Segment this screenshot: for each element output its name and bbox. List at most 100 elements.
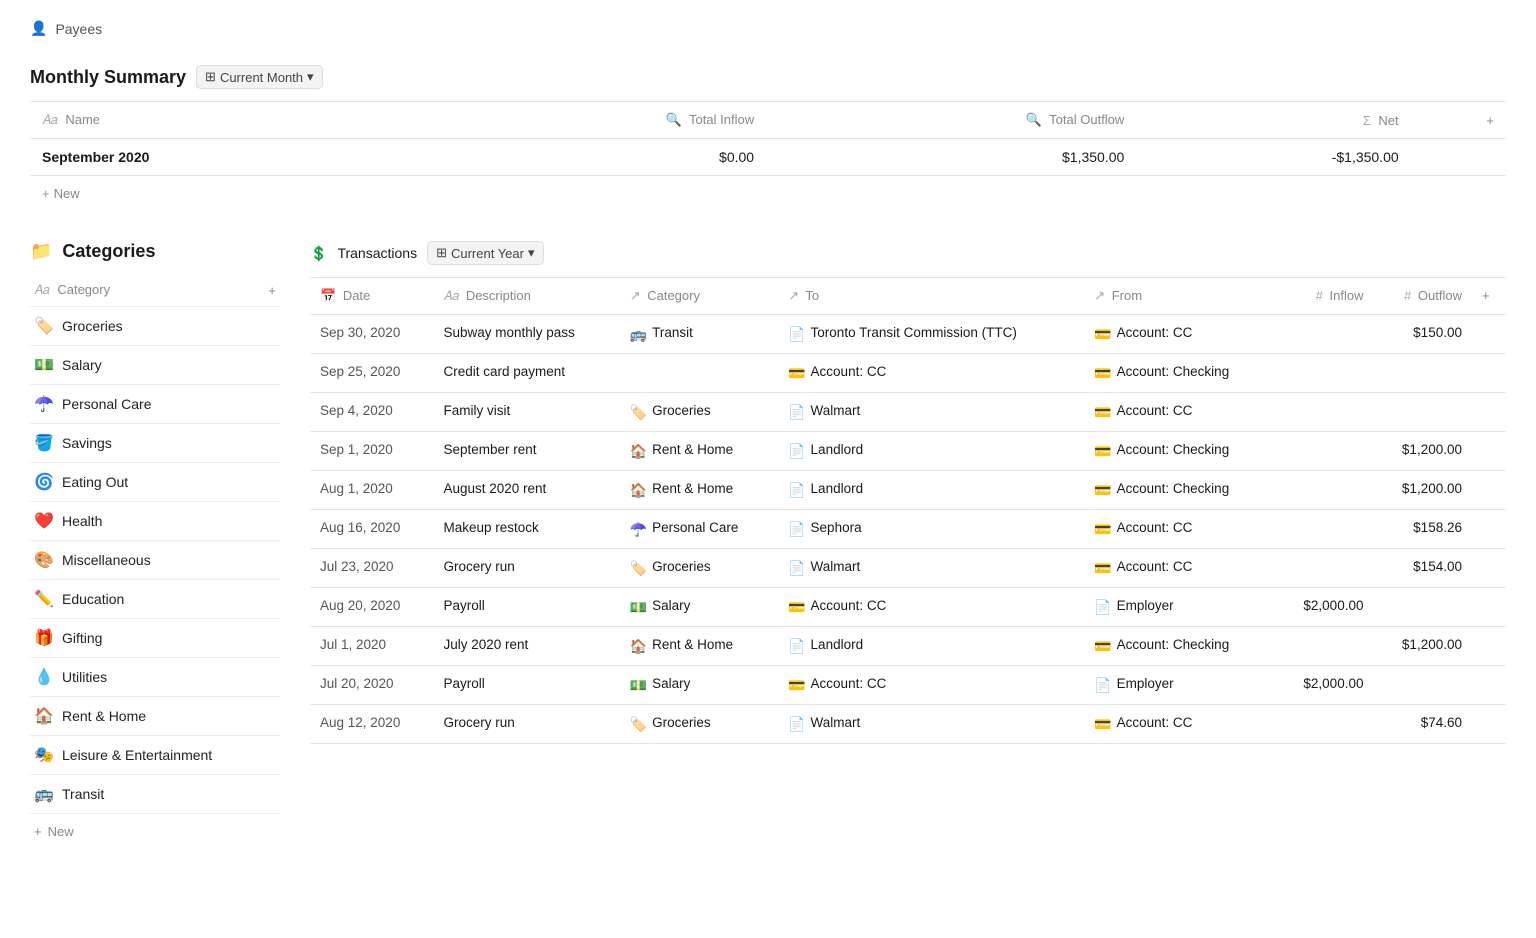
transactions-filter-badge[interactable]: ⊞ Current Year ▾: [427, 241, 543, 265]
category-list-item[interactable]: ✏️ Education: [30, 580, 280, 619]
transaction-row[interactable]: Jul 20, 2020 Payroll 💵Salary 💳Account: C…: [310, 666, 1506, 705]
table-icon: ⊞: [205, 69, 216, 85]
category-list-item[interactable]: 🪣 Savings: [30, 424, 280, 463]
cat-icon: 💵: [630, 677, 647, 694]
trans-inflow: [1275, 627, 1374, 666]
category-list-item[interactable]: 🎭 Leisure & Entertainment: [30, 736, 280, 775]
summary-col-outflow: 🔍 Total Outflow: [766, 102, 1136, 139]
trans-outflow: $150.00: [1373, 315, 1472, 354]
to-icon: 📄: [788, 638, 805, 655]
main-layout: 📁 Categories 𝐴𝑎 Category + 🏷️ Groceries💵…: [30, 241, 1506, 849]
to-label: Account: CC: [811, 598, 887, 613]
to-label: Walmart: [811, 559, 861, 574]
transaction-row[interactable]: Aug 1, 2020 August 2020 rent 🏠Rent & Hom…: [310, 471, 1506, 510]
summary-row-extra: [1411, 139, 1506, 176]
trans-col-inflow: # Inflow: [1275, 278, 1374, 315]
category-list-item[interactable]: 🎁 Gifting: [30, 619, 280, 658]
transaction-row[interactable]: Aug 12, 2020 Grocery run 🏷️Groceries 📄Wa…: [310, 705, 1506, 744]
trans-from: 💳Account: Checking: [1084, 354, 1275, 393]
category-list-item[interactable]: 🌀 Eating Out: [30, 463, 280, 502]
from-label: Account: Checking: [1117, 364, 1230, 379]
category-item-icon: ✏️: [34, 589, 54, 609]
from-label: Employer: [1117, 598, 1174, 613]
from-label: Account: Checking: [1117, 442, 1230, 457]
category-item-icon: 💵: [34, 355, 54, 375]
trans-category: 🏠Rent & Home: [620, 471, 778, 510]
transaction-row[interactable]: Sep 25, 2020 Credit card payment 💳Accoun…: [310, 354, 1506, 393]
trans-date: Aug 20, 2020: [310, 588, 433, 627]
trans-inflow: [1275, 510, 1374, 549]
trans-inflow: [1275, 549, 1374, 588]
transaction-row[interactable]: Sep 4, 2020 Family visit 🏷️Groceries 📄Wa…: [310, 393, 1506, 432]
transaction-row[interactable]: Aug 20, 2020 Payroll 💵Salary 💳Account: C…: [310, 588, 1506, 627]
category-item-label: Rent & Home: [62, 708, 146, 724]
trans-col-add[interactable]: +: [1472, 278, 1506, 315]
trans-description: Grocery run: [433, 549, 619, 588]
from-label: Account: CC: [1117, 520, 1193, 535]
transaction-row[interactable]: Sep 1, 2020 September rent 🏠Rent & Home …: [310, 432, 1506, 471]
trans-category: 🏷️Groceries: [620, 705, 778, 744]
trans-extra: [1472, 705, 1506, 744]
category-item-icon: ❤️: [34, 511, 54, 531]
trans-date: Jul 1, 2020: [310, 627, 433, 666]
trans-to: 💳Account: CC: [778, 354, 1084, 393]
to-icon: 📄: [788, 443, 805, 460]
summary-row-inflow: $0.00: [426, 139, 766, 176]
category-list-item[interactable]: 🏠 Rent & Home: [30, 697, 280, 736]
category-list-item[interactable]: 🏷️ Groceries: [30, 307, 280, 346]
cat-icon: 🚌: [630, 326, 647, 343]
trans-description: Makeup restock: [433, 510, 619, 549]
transaction-row[interactable]: Aug 16, 2020 Makeup restock ☂️Personal C…: [310, 510, 1506, 549]
to-label: Landlord: [811, 442, 864, 457]
trans-col-outflow: # Outflow: [1373, 278, 1472, 315]
cat-icon: ☂️: [630, 521, 647, 538]
trans-extra: [1472, 471, 1506, 510]
category-item-label: Eating Out: [62, 474, 128, 490]
monthly-filter-badge[interactable]: ⊞ Current Month ▾: [196, 65, 323, 89]
trans-inflow: [1275, 315, 1374, 354]
trans-to: 📄Sephora: [778, 510, 1084, 549]
to-icon: 📄: [788, 404, 805, 421]
category-list-item[interactable]: 🚌 Transit: [30, 775, 280, 814]
transaction-row[interactable]: Jul 1, 2020 July 2020 rent 🏠Rent & Home …: [310, 627, 1506, 666]
category-list-item[interactable]: 💧 Utilities: [30, 658, 280, 697]
category-list-item[interactable]: ☂️ Personal Care: [30, 385, 280, 424]
transaction-row[interactable]: Sep 30, 2020 Subway monthly pass 🚌Transi…: [310, 315, 1506, 354]
new-category-row[interactable]: + New: [30, 814, 280, 849]
category-add-icon[interactable]: +: [268, 283, 276, 298]
category-list-item[interactable]: 🎨 Miscellaneous: [30, 541, 280, 580]
trans-to: 📄 Landlord: [778, 432, 1084, 471]
trans-extra: [1472, 627, 1506, 666]
trans-category: ☂️Personal Care: [620, 510, 778, 549]
category-item-icon: 🏠: [34, 706, 54, 726]
summary-row-outflow: $1,350.00: [766, 139, 1136, 176]
monthly-filter-label: Current Month: [220, 70, 303, 85]
cat-label: Rent & Home: [652, 481, 733, 496]
summary-new-row[interactable]: +New: [30, 176, 1506, 212]
trans-outflow: $158.26: [1373, 510, 1472, 549]
from-label: Account: CC: [1117, 403, 1193, 418]
category-list-item[interactable]: 💵 Salary: [30, 346, 280, 385]
from-icon: 💳: [1094, 404, 1111, 421]
payees-label[interactable]: Payees: [55, 21, 102, 37]
summary-col-add[interactable]: +: [1411, 102, 1506, 139]
to-icon: 📄: [788, 326, 805, 343]
cat-icon: 🏷️: [630, 560, 647, 577]
cat-label: Rent & Home: [652, 442, 733, 457]
transaction-row[interactable]: Jul 23, 2020 Grocery run 🏷️Groceries 📄Wa…: [310, 549, 1506, 588]
trans-description: Grocery run: [433, 705, 619, 744]
trans-date: Jul 23, 2020: [310, 549, 433, 588]
category-column-header: 𝐴𝑎 Category +: [30, 274, 280, 307]
cat-icon: 🏠: [630, 443, 647, 460]
trans-inflow: $2,000.00: [1275, 588, 1374, 627]
trans-from: 💳Account: CC: [1084, 510, 1275, 549]
trans-inflow: [1275, 471, 1374, 510]
trans-from: 💳Account: CC: [1084, 315, 1275, 354]
trans-category: 🏠 Rent & Home: [620, 432, 778, 471]
from-icon: 💳: [1094, 482, 1111, 499]
trans-outflow: $154.00: [1373, 549, 1472, 588]
category-list-item[interactable]: ❤️ Health: [30, 502, 280, 541]
to-label: Landlord: [811, 481, 864, 496]
category-item-label: Savings: [62, 435, 112, 451]
trans-description: September rent: [433, 432, 619, 471]
